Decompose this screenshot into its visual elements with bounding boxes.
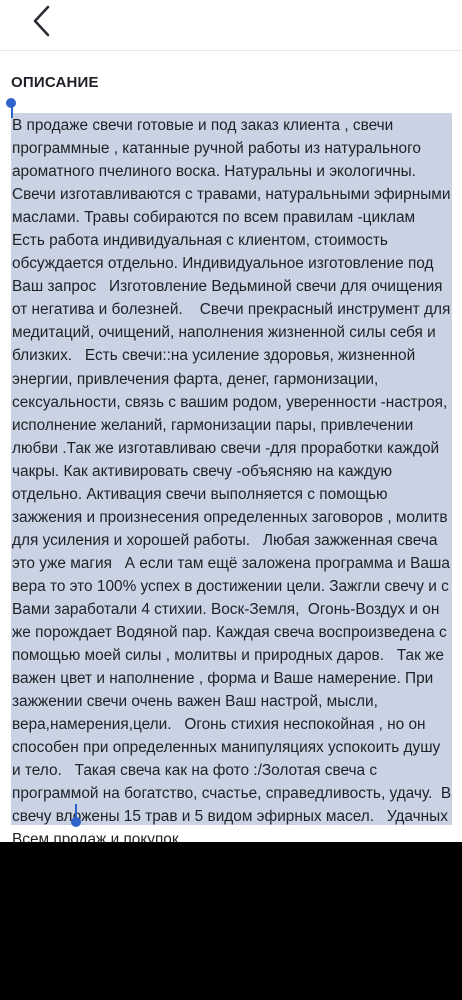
chevron-left-icon[interactable]: [30, 4, 54, 38]
description-selection[interactable]: В продаже свечи готовые и под заказ клие…: [11, 113, 452, 848]
header-divider: [0, 50, 462, 51]
description-screen: ОПИСАНИЕ В продаже свечи готовые и под з…: [0, 0, 462, 848]
section-title: ОПИСАНИЕ: [11, 74, 99, 91]
selection-start-stem: [11, 106, 13, 118]
top-bar: [0, 0, 462, 50]
description-text[interactable]: В продаже свечи готовые и под заказ клие…: [11, 113, 452, 852]
bottom-black-area: [0, 842, 462, 1000]
selection-end-handle[interactable]: [71, 817, 81, 827]
